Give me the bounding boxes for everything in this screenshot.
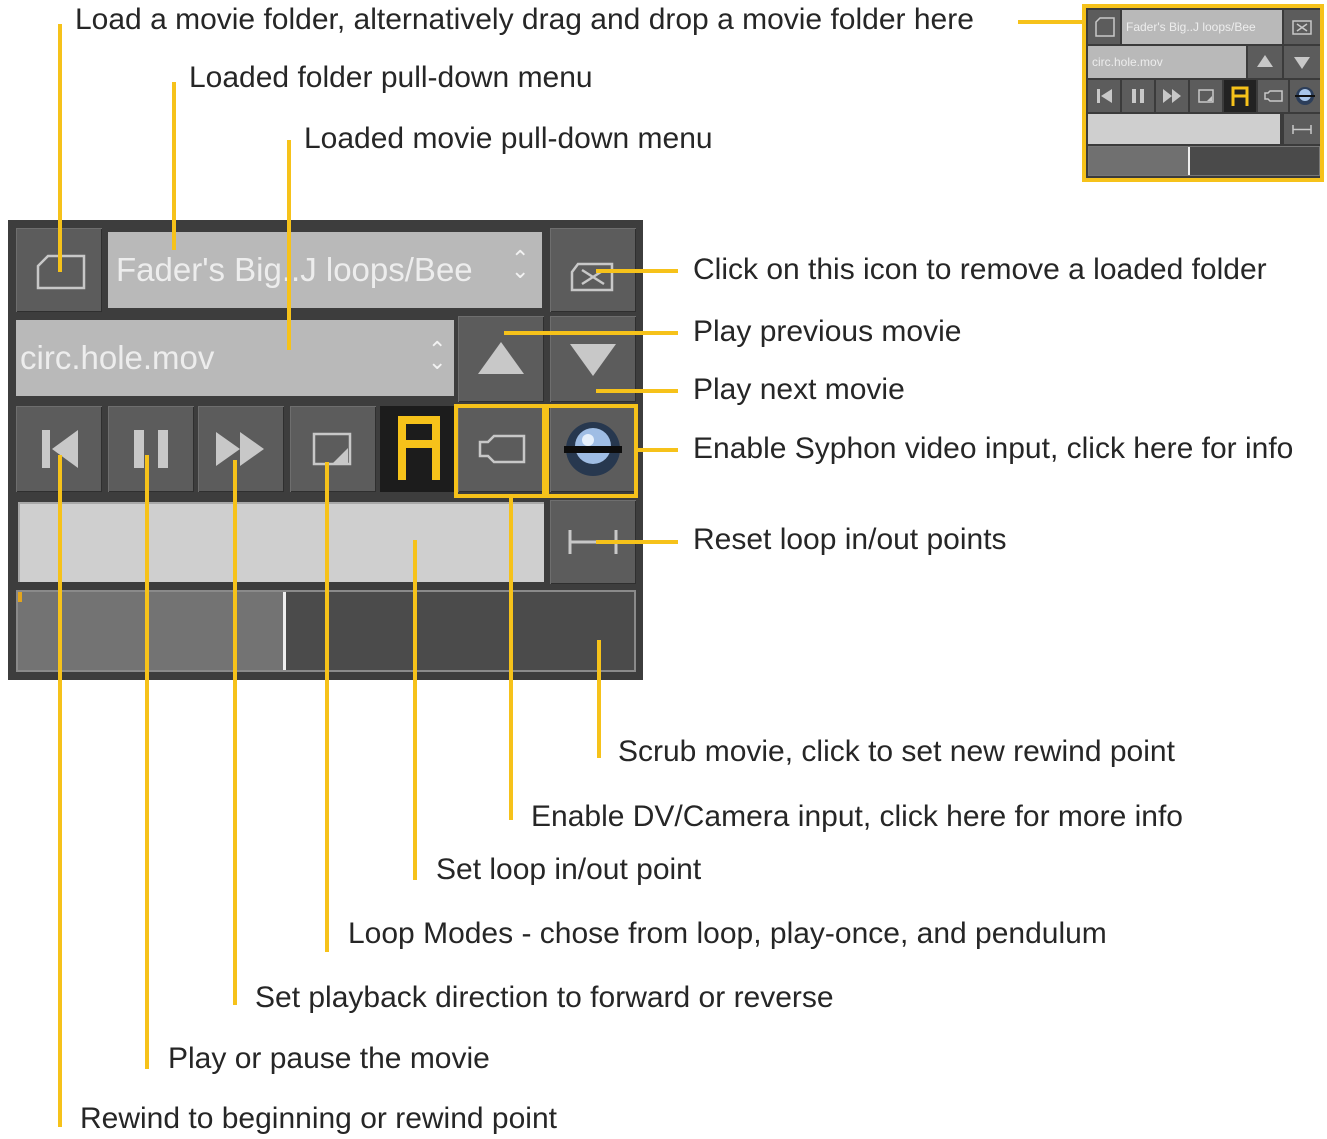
mini-loop-bar: [1088, 114, 1280, 144]
callout-line-loop-modes: [325, 462, 329, 952]
label-remove-folder: Click on this icon to remove a loaded fo…: [693, 253, 1267, 286]
mini-loop-mode-active: [1224, 80, 1256, 112]
mini-movie-menu: circ.hole.mov: [1088, 46, 1246, 78]
label-direction: Set playback direction to forward or rev…: [255, 981, 834, 1014]
mini-reset-loop-button: [1284, 114, 1320, 144]
callout-line-prev-movie: [504, 331, 678, 335]
movie-menu-value: circ.hole.mov: [20, 339, 215, 376]
mini-prev-button: [1248, 46, 1282, 78]
rewind-point-marker: [18, 592, 22, 602]
folder-menu-value: Fader's Big..J loops/Bee: [116, 251, 473, 288]
mini-camera-button: [1258, 80, 1288, 112]
label-folder-menu: Loaded folder pull-down menu: [189, 61, 593, 94]
callout-line-folder-menu: [172, 82, 176, 250]
label-dv-camera: Enable DV/Camera input, click here for m…: [531, 800, 1183, 833]
loop-mode-active-indicator[interactable]: [380, 406, 458, 492]
camera-icon: [1264, 90, 1283, 102]
movie-menu[interactable]: circ.hole.mov: [16, 320, 454, 396]
play-pause-button[interactable]: [108, 406, 194, 492]
mini-scrub-bar: [1088, 146, 1320, 176]
dv-camera-highlight: [454, 404, 546, 498]
folder-icon: [1095, 17, 1115, 37]
callout-line-play-pause: [145, 455, 149, 1069]
callout-line-thumbnail: [1018, 20, 1082, 24]
callout-line-load-folder: [58, 24, 62, 272]
mini-folder-menu: Fader's Big..J loops/Bee: [1122, 10, 1282, 44]
fast-forward-icon: [1163, 89, 1181, 103]
loop-mode-icon: [312, 432, 352, 466]
movie-menu-stepper-icon: ⌃ ⌄: [428, 337, 447, 374]
eject-icon: [1292, 20, 1312, 35]
loop-mode-active-icon: [398, 416, 440, 480]
label-prev-movie: Play previous movie: [693, 315, 962, 348]
playback-direction-button[interactable]: [198, 406, 284, 492]
fast-forward-icon: [216, 432, 264, 466]
mini-preview-panel: Fader's Big..J loops/Bee circ.hole.mov: [1082, 4, 1324, 182]
triangle-up-icon: [478, 342, 524, 374]
mini-direction-button: [1156, 80, 1188, 112]
pause-icon: [134, 430, 168, 468]
mini-syphon-button: [1290, 80, 1320, 112]
loop-mode-active-icon: [1231, 86, 1249, 106]
label-loop-point: Set loop in/out point: [436, 853, 702, 886]
label-rewind: Rewind to beginning or rewind point: [80, 1102, 557, 1135]
syphon-icon: [1295, 87, 1315, 105]
label-next-movie: Play next movie: [693, 373, 905, 406]
label-scrub: Scrub movie, click to set new rewind poi…: [618, 735, 1175, 768]
syphon-highlight: [545, 404, 638, 498]
label-load-folder: Load a movie folder, alternatively drag …: [75, 3, 974, 36]
mini-loop-mode-button: [1190, 80, 1222, 112]
folder-menu-stepper-icon: ⌃ ⌄: [511, 246, 530, 283]
label-movie-menu: Loaded movie pull-down menu: [304, 122, 713, 155]
pause-icon: [1132, 89, 1144, 103]
callout-line-direction: [233, 460, 237, 1005]
label-reset-loop: Reset loop in/out points: [693, 523, 1007, 556]
loop-range-bar[interactable]: [18, 502, 544, 582]
callout-line-remove-folder: [596, 269, 678, 273]
skip-back-icon: [1097, 89, 1112, 103]
mini-pause-button: [1122, 80, 1154, 112]
mini-rewind-button: [1088, 80, 1120, 112]
label-play-pause: Play or pause the movie: [168, 1042, 490, 1075]
triangle-up-icon: [1257, 55, 1273, 67]
callout-line-reset-loop: [596, 540, 678, 544]
loop-mode-button[interactable]: [290, 406, 376, 492]
mini-scrub-fill: [1089, 147, 1190, 175]
label-loop-modes: Loop Modes - chose from loop, play-once,…: [348, 917, 1107, 950]
callout-line-rewind: [58, 455, 62, 1127]
callout-line-next-movie: [596, 389, 678, 393]
reset-loop-icon: [1292, 125, 1312, 134]
prev-movie-button[interactable]: [458, 316, 544, 402]
mini-eject-button: [1284, 10, 1320, 44]
mini-load-folder-button: [1088, 10, 1120, 44]
callout-line-syphon: [637, 448, 678, 452]
loop-mode-icon: [1198, 89, 1214, 103]
callout-line-scrub: [597, 640, 601, 758]
triangle-down-icon: [1294, 57, 1310, 69]
callout-line-loop-point: [413, 540, 417, 880]
label-syphon: Enable Syphon video input, click here fo…: [693, 432, 1294, 465]
mini-next-button: [1284, 46, 1320, 78]
callout-line-movie-menu: [287, 140, 291, 350]
callout-line-dv-camera: [509, 498, 513, 820]
